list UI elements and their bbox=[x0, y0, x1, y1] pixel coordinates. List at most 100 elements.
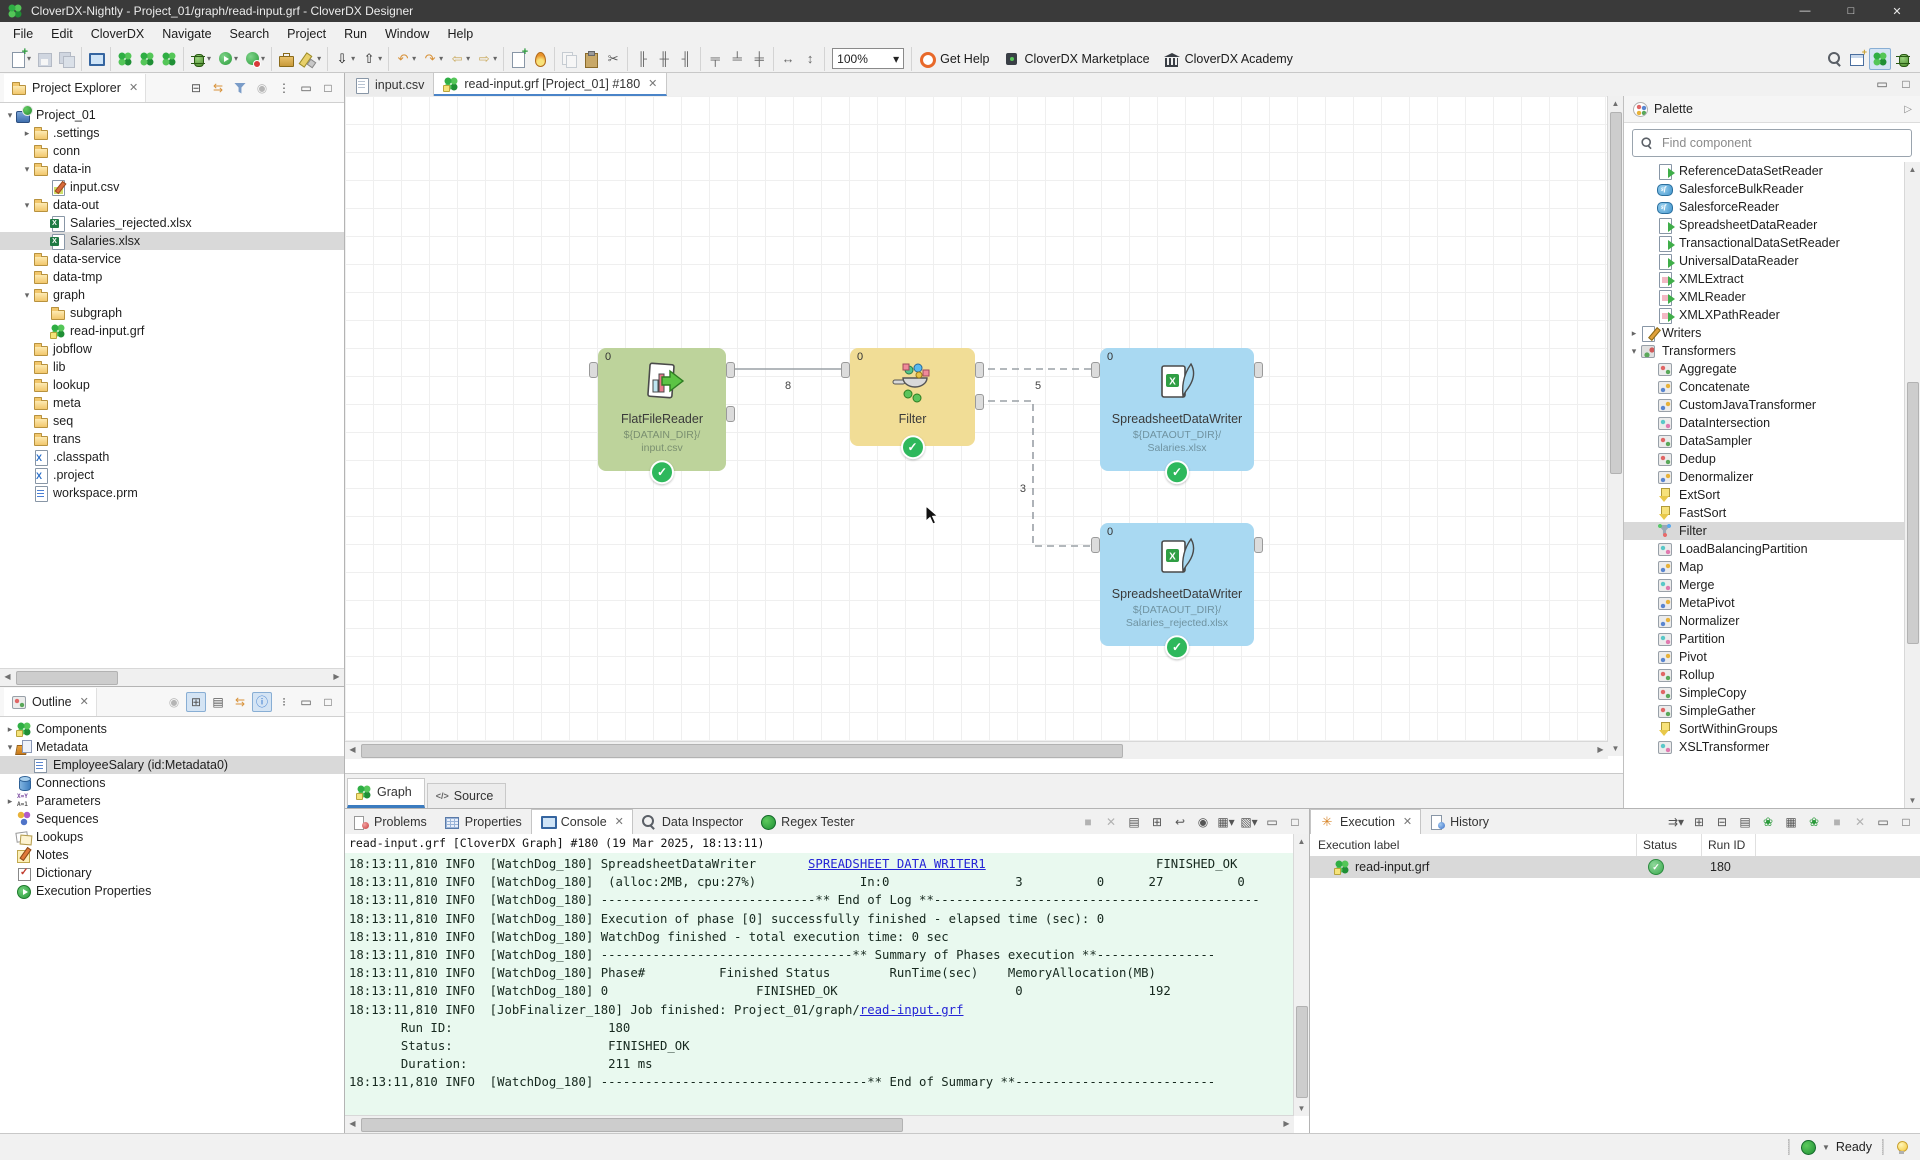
graph-node-flatfilereader[interactable]: 0FlatFileReader${DATAIN_DIR}/input.csv✓ bbox=[598, 348, 726, 471]
outline-tree-item[interactable]: ▾Metadata bbox=[0, 738, 344, 756]
console-tab-regex-tester[interactable]: Regex Tester bbox=[752, 810, 863, 834]
forward-button[interactable]: ⇨▾ bbox=[474, 49, 499, 69]
align-right-button[interactable]: ╢ bbox=[676, 49, 696, 69]
same-width-button[interactable]: ↔ bbox=[778, 49, 798, 69]
clover-perspective-button[interactable] bbox=[1869, 48, 1891, 70]
show-info-icon[interactable]: ⓘ bbox=[252, 692, 272, 712]
outline-tree-item[interactable]: EmployeeSalary (id:Metadata0) bbox=[0, 756, 344, 774]
menu-navigate[interactable]: Navigate bbox=[153, 24, 220, 44]
collapse-all-icon[interactable]: ⊟ bbox=[186, 78, 206, 98]
menu-project[interactable]: Project bbox=[278, 24, 335, 44]
new-graph-button[interactable]: ▾ bbox=[8, 49, 33, 69]
pin-console-icon[interactable]: ◉ bbox=[1193, 812, 1213, 832]
project-tree-item[interactable]: ▾Project_01 bbox=[0, 106, 344, 124]
maximize-icon[interactable]: □ bbox=[318, 692, 338, 712]
new-wizard-button[interactable] bbox=[508, 49, 528, 69]
output-port[interactable] bbox=[975, 394, 984, 410]
project-tree-item[interactable]: trans bbox=[0, 430, 344, 448]
close-icon[interactable]: ✕ bbox=[129, 81, 138, 94]
focus-icon[interactable]: ◉ bbox=[252, 78, 272, 98]
palette-item[interactable]: SimpleCopy bbox=[1624, 684, 1905, 702]
palette-item[interactable]: Aggregate bbox=[1624, 360, 1905, 378]
terminate-icon[interactable]: ■ bbox=[1078, 812, 1098, 832]
tree-view-icon[interactable]: ⊞ bbox=[186, 692, 206, 712]
run-configurations-button[interactable]: ▾ bbox=[242, 49, 267, 69]
palette-item[interactable]: SimpleGather bbox=[1624, 702, 1905, 720]
palette-item[interactable]: TransactionalDataSetReader bbox=[1624, 234, 1905, 252]
project-tree-item[interactable]: seq bbox=[0, 412, 344, 430]
console-tab-properties[interactable]: Properties bbox=[436, 810, 531, 834]
show-console-view-button[interactable] bbox=[86, 49, 106, 69]
project-tree-item[interactable]: workspace.prm bbox=[0, 484, 344, 502]
execution-tab-history[interactable]: History bbox=[1421, 810, 1498, 834]
minimize-icon[interactable]: ▭ bbox=[1262, 812, 1282, 832]
column-header-run-id[interactable]: Run ID bbox=[1708, 834, 1745, 856]
graph-canvas[interactable]: 8 5 3 0FlatFileReader${DATAIN_DIR}/input… bbox=[345, 96, 1608, 756]
canvas-hscrollbar[interactable]: ◀ ▶ bbox=[345, 741, 1608, 759]
stop-icon[interactable]: ■ bbox=[1827, 812, 1847, 832]
project-tree-item[interactable]: data-service bbox=[0, 250, 344, 268]
palette-vscrollbar[interactable]: ▲ ▼ bbox=[1904, 162, 1920, 808]
palette-item[interactable]: ReferenceDataSetReader bbox=[1624, 162, 1905, 180]
clover-export-button[interactable] bbox=[159, 49, 179, 69]
execution-tab-execution[interactable]: Execution✕ bbox=[1310, 809, 1421, 835]
close-icon[interactable]: ✕ bbox=[648, 77, 657, 90]
outline-tree-item[interactable]: Lookups bbox=[0, 828, 344, 846]
open-task-button[interactable] bbox=[276, 49, 296, 69]
word-wrap-icon[interactable]: ↩ bbox=[1170, 812, 1190, 832]
link-with-editor-icon[interactable]: ⇆ bbox=[230, 692, 250, 712]
graph-node-spreadsheetdatawriter[interactable]: 0XSpreadsheetDataWriter${DATAOUT_DIR}/Sa… bbox=[1100, 348, 1254, 471]
distribute-horizontal-button[interactable]: ╤ bbox=[705, 49, 725, 69]
run-last-button[interactable] bbox=[530, 49, 550, 69]
export-button[interactable]: ⇧▾ bbox=[359, 49, 384, 69]
palette-collapse-icon[interactable]: ▷ bbox=[1904, 104, 1912, 115]
chevron-collapsed-icon[interactable]: ▸ bbox=[21, 128, 33, 139]
palette-item[interactable]: Partition bbox=[1624, 630, 1905, 648]
server-status-dropdown-icon[interactable]: ▼ bbox=[1822, 1143, 1830, 1152]
minimize-editor-icon[interactable]: ▭ bbox=[1872, 74, 1892, 94]
chevron-collapsed-icon[interactable]: ▸ bbox=[1628, 328, 1640, 339]
palette-item[interactable]: DataIntersection bbox=[1624, 414, 1905, 432]
console-link[interactable]: read-input.grf bbox=[860, 1003, 964, 1017]
project-explorer-tab[interactable]: Project Explorer ✕ bbox=[4, 74, 146, 102]
palette-item[interactable]: SortWithinGroups bbox=[1624, 720, 1905, 738]
minimize-icon[interactable]: ▭ bbox=[1873, 812, 1893, 832]
input-port[interactable] bbox=[1091, 537, 1100, 553]
menu-file[interactable]: File bbox=[4, 24, 42, 44]
import-button[interactable]: ⇩▾ bbox=[332, 49, 357, 69]
palette-item[interactable]: Pivot bbox=[1624, 648, 1905, 666]
display-console-icon[interactable]: ▦▾ bbox=[1216, 812, 1236, 832]
collapse-all-icon[interactable]: ⊟ bbox=[1712, 812, 1732, 832]
view-menu-icon[interactable]: ⋮ bbox=[274, 78, 294, 98]
graph-node-spreadsheetdatawriter[interactable]: 0XSpreadsheetDataWriter${DATAOUT_DIR}/Sa… bbox=[1100, 523, 1254, 646]
chevron-expanded-icon[interactable]: ▾ bbox=[21, 290, 33, 301]
palette-item[interactable]: Merge bbox=[1624, 576, 1905, 594]
palette-item[interactable]: FastSort bbox=[1624, 504, 1905, 522]
console-tab-data-inspector[interactable]: Data Inspector bbox=[633, 810, 752, 834]
project-tree-item[interactable]: jobflow bbox=[0, 340, 344, 358]
auto-layout-button[interactable]: ╪ bbox=[749, 49, 769, 69]
menu-edit[interactable]: Edit bbox=[42, 24, 82, 44]
close-icon[interactable]: ✕ bbox=[80, 695, 89, 708]
project-tree-item[interactable]: .classpath bbox=[0, 448, 344, 466]
save-button[interactable] bbox=[35, 49, 55, 69]
menu-cloverdx[interactable]: CloverDX bbox=[82, 24, 154, 44]
chevron-expanded-icon[interactable]: ▾ bbox=[21, 164, 33, 175]
project-tree-item[interactable]: subgraph bbox=[0, 304, 344, 322]
palette-item[interactable]: Normalizer bbox=[1624, 612, 1905, 630]
project-tree-item[interactable]: lookup bbox=[0, 376, 344, 394]
maximize-button[interactable]: □ bbox=[1828, 0, 1874, 22]
palette-item[interactable]: DataSampler bbox=[1624, 432, 1905, 450]
academy-link[interactable]: CloverDX Academy bbox=[1157, 49, 1300, 69]
project-tree-item[interactable]: ▾data-out bbox=[0, 196, 344, 214]
outline-tree-item[interactable]: Connections bbox=[0, 774, 344, 792]
zoom-select[interactable]: 100%▾ bbox=[832, 48, 904, 69]
same-height-button[interactable]: ↕ bbox=[800, 49, 820, 69]
clover-project-button[interactable] bbox=[115, 49, 135, 69]
debug-button[interactable]: ▾ bbox=[188, 49, 213, 69]
outline-tree-item[interactable]: Sequences bbox=[0, 810, 344, 828]
maximize-editor-icon[interactable]: □ bbox=[1896, 74, 1916, 94]
palette-item[interactable]: XMLReader bbox=[1624, 288, 1905, 306]
project-tree-item[interactable]: input.csv bbox=[0, 178, 344, 196]
chevron-collapsed-icon[interactable]: ▸ bbox=[4, 724, 16, 735]
